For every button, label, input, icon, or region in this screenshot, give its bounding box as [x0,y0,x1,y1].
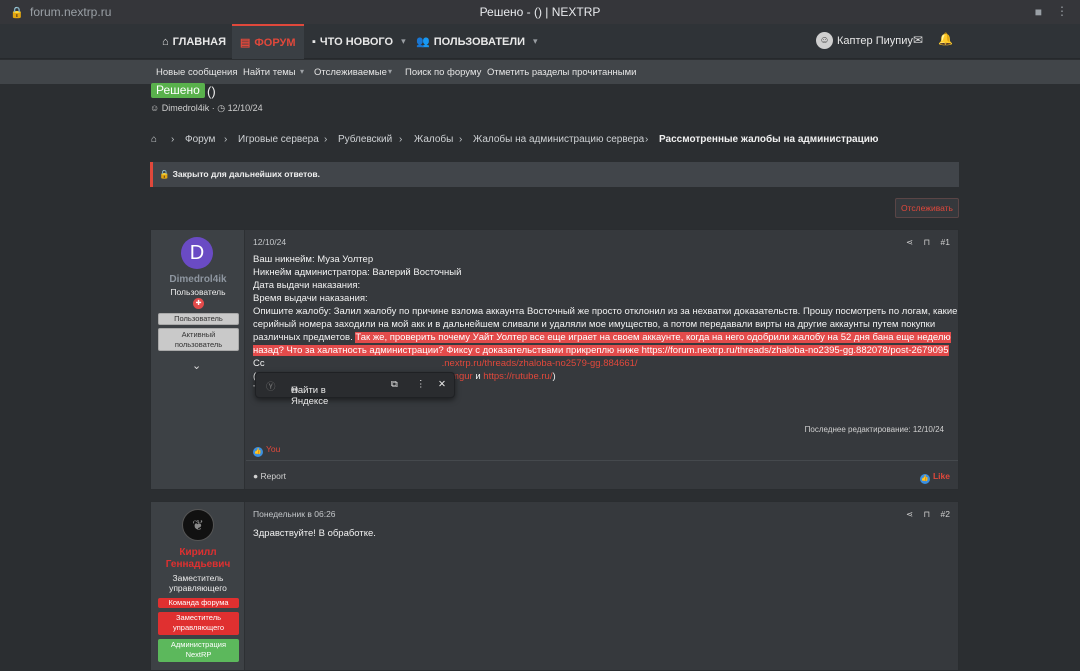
selected-text: Так же, проверить почему Уайт Уолтер все… [253,332,951,356]
post-username[interactable]: Кирилл Геннадьевич [151,547,245,571]
user-status-icon: ✚ [193,298,204,309]
post-user-panel: ❦ Кирилл Геннадьевич Заместитель управля… [151,502,245,670]
breadcrumb-item[interactable]: Жалобы [414,134,453,145]
subnav-watched[interactable]: Отслеживаемые [314,67,387,78]
sub-navigation: Новые сообщения Найти темы ▾ Отслеживаем… [0,60,1080,84]
top-navigation: ⌂ ГЛАВНАЯ ▤ ФОРУМ ▪ ЧТО НОВОГО ▾ 👥 ПОЛЬЗОВАТЕ… [0,24,1080,59]
thread-title: () [207,84,216,99]
user-menu[interactable]: ☺ Каптер Пиупиу [816,32,913,49]
thread-author[interactable]: Dimedrol4ik [162,103,210,113]
thread-meta: ☺ Dimedrol4ik · ◷ 12/10/24 [150,103,263,113]
share-icon[interactable]: ⋖ [906,509,913,519]
user-badge: Команда форума [158,598,239,608]
edited-note[interactable]: Последнее редактирование: 12/10/24 [805,425,944,434]
clock-icon: ◷ [217,103,226,113]
post-footer: ● Report 👍 Like [246,460,958,490]
selection-popup: Ⓨ ® Найти в Яндексе ⧉ ⋮ ✕ [255,372,455,407]
breadcrumb-item[interactable]: Рублевский [338,134,392,145]
post-actions: ⋖ ⊓ #1 [898,237,950,248]
reaction-list[interactable]: 👍 You [253,444,280,457]
link[interactable]: https://rutube.ru/ [483,371,552,382]
link[interactable]: .nextrp.ru/threads/zhaloba-no2579-gg.884… [442,358,638,369]
post-number[interactable]: #2 [941,509,950,519]
post-date[interactable]: 12/10/24 [253,237,286,247]
user-title: Пользователь [170,287,226,297]
user-badge: Активный пользователь [158,328,239,351]
bell-icon[interactable]: 🔔 [938,32,953,46]
user-icon: ☺ [150,103,160,113]
breadcrumb-current[interactable]: Рассмотренные жалобы на администрацию [659,134,878,145]
bookmark-icon[interactable]: ⊓ [924,509,931,519]
thumbs-up-icon: 👍 [919,474,930,484]
user-title: Заместитель управляющего [169,573,227,593]
post-user-panel: D Dimedrol4ik Пользователь ✚ Пользовател… [151,230,245,489]
user-badge: Администрация NextRP [158,639,239,662]
avatar[interactable]: ❦ [182,509,214,541]
chat-icon: ▪ [312,35,316,48]
yandex-icon: Ⓨ [266,382,276,393]
users-icon: 👥 [416,36,430,48]
bookmark-icon[interactable]: ■ [1035,5,1042,19]
subnav-new-posts[interactable]: Новые сообщения [156,67,238,78]
subnav-find-threads[interactable]: Найти темы [243,67,296,78]
closed-notice: 🔒 Закрыто для дальнейших ответов. [150,162,959,187]
menu-icon[interactable]: ⋮ [1056,4,1068,18]
post: ❦ Кирилл Геннадьевич Заместитель управля… [150,501,959,671]
report-icon: ● [253,471,259,481]
share-icon[interactable]: ⋖ [906,237,913,247]
nav-forum[interactable]: ▤ ФОРУМ [232,24,304,59]
post: D Dimedrol4ik Пользователь ✚ Пользовател… [150,229,959,490]
chevron-down-icon: ▾ [533,36,538,46]
post-actions: ⋖ ⊓ #2 [898,509,950,520]
thumbs-up-icon: 👍 [253,447,263,457]
nav-members[interactable]: 👥 ПОЛЬЗОВАТЕЛИ ▾ [416,24,538,59]
address-bar[interactable]: forum.nextrp.ru [30,5,111,19]
home-icon[interactable]: ⌂ [151,134,157,145]
like-button[interactable]: 👍 Like [919,471,950,484]
user-badge: Заместитель управляющего [158,612,239,635]
user-badge: Пользователь [158,313,239,325]
home-icon: ⌂ [162,35,169,48]
report-button[interactable]: ● Report [253,471,286,481]
more-icon[interactable]: ⋮ [416,379,426,390]
breadcrumb-item[interactable]: Жалобы на администрацию сервера [473,134,644,145]
avatar: ☺ [816,32,833,49]
post-content: Здравствуйте! В обработке. [253,528,376,539]
post-date[interactable]: Понедельник в 06:26 [253,509,336,519]
avatar[interactable]: D [181,237,213,269]
subnav-mark-read[interactable]: Отметить разделы прочитанными [487,67,636,78]
breadcrumb-item[interactable]: Игровые сервера [238,134,319,145]
lock-icon: 🔒 [159,169,170,179]
mail-icon[interactable]: ✉ [913,33,923,47]
chevron-down-icon[interactable]: ⌄ [192,359,201,372]
tab-title: Решено - () | NEXTRP [479,5,601,19]
breadcrumb-item[interactable]: Форум [185,134,215,145]
forum-icon: ▤ [240,37,251,49]
lock-icon: 🔒 [10,6,24,19]
thread-date[interactable]: 12/10/24 [228,103,263,113]
post-number[interactable]: #1 [941,237,950,247]
browser-bar: 🔒 forum.nextrp.ru Решено - () | NEXTRP ■… [0,0,1080,24]
post-body: Понедельник в 06:26 ⋖ ⊓ #2 Здравствуйте!… [246,502,958,670]
follow-button[interactable]: Отслеживать [895,198,959,218]
chevron-down-icon: ▾ [401,36,406,46]
subnav-search[interactable]: Поиск по форуму [405,67,481,78]
bookmark-icon[interactable]: ⊓ [924,237,931,247]
chevron-down-icon[interactable]: ▾ [388,67,392,76]
chevron-down-icon[interactable]: ▾ [300,67,304,76]
post-username[interactable]: Dimedrol4ik [151,274,245,285]
copy-icon[interactable]: ⧉ [391,379,398,390]
status-badge: Решено [151,83,205,98]
post-body: 12/10/24 ⋖ ⊓ #1 Ваш никнейм: Муза Уолтер… [246,230,958,489]
nav-home[interactable]: ⌂ ГЛАВНАЯ [162,24,226,59]
close-icon[interactable]: ✕ [438,379,446,390]
nav-whats-new[interactable]: ▪ ЧТО НОВОГО ▾ [312,24,406,59]
